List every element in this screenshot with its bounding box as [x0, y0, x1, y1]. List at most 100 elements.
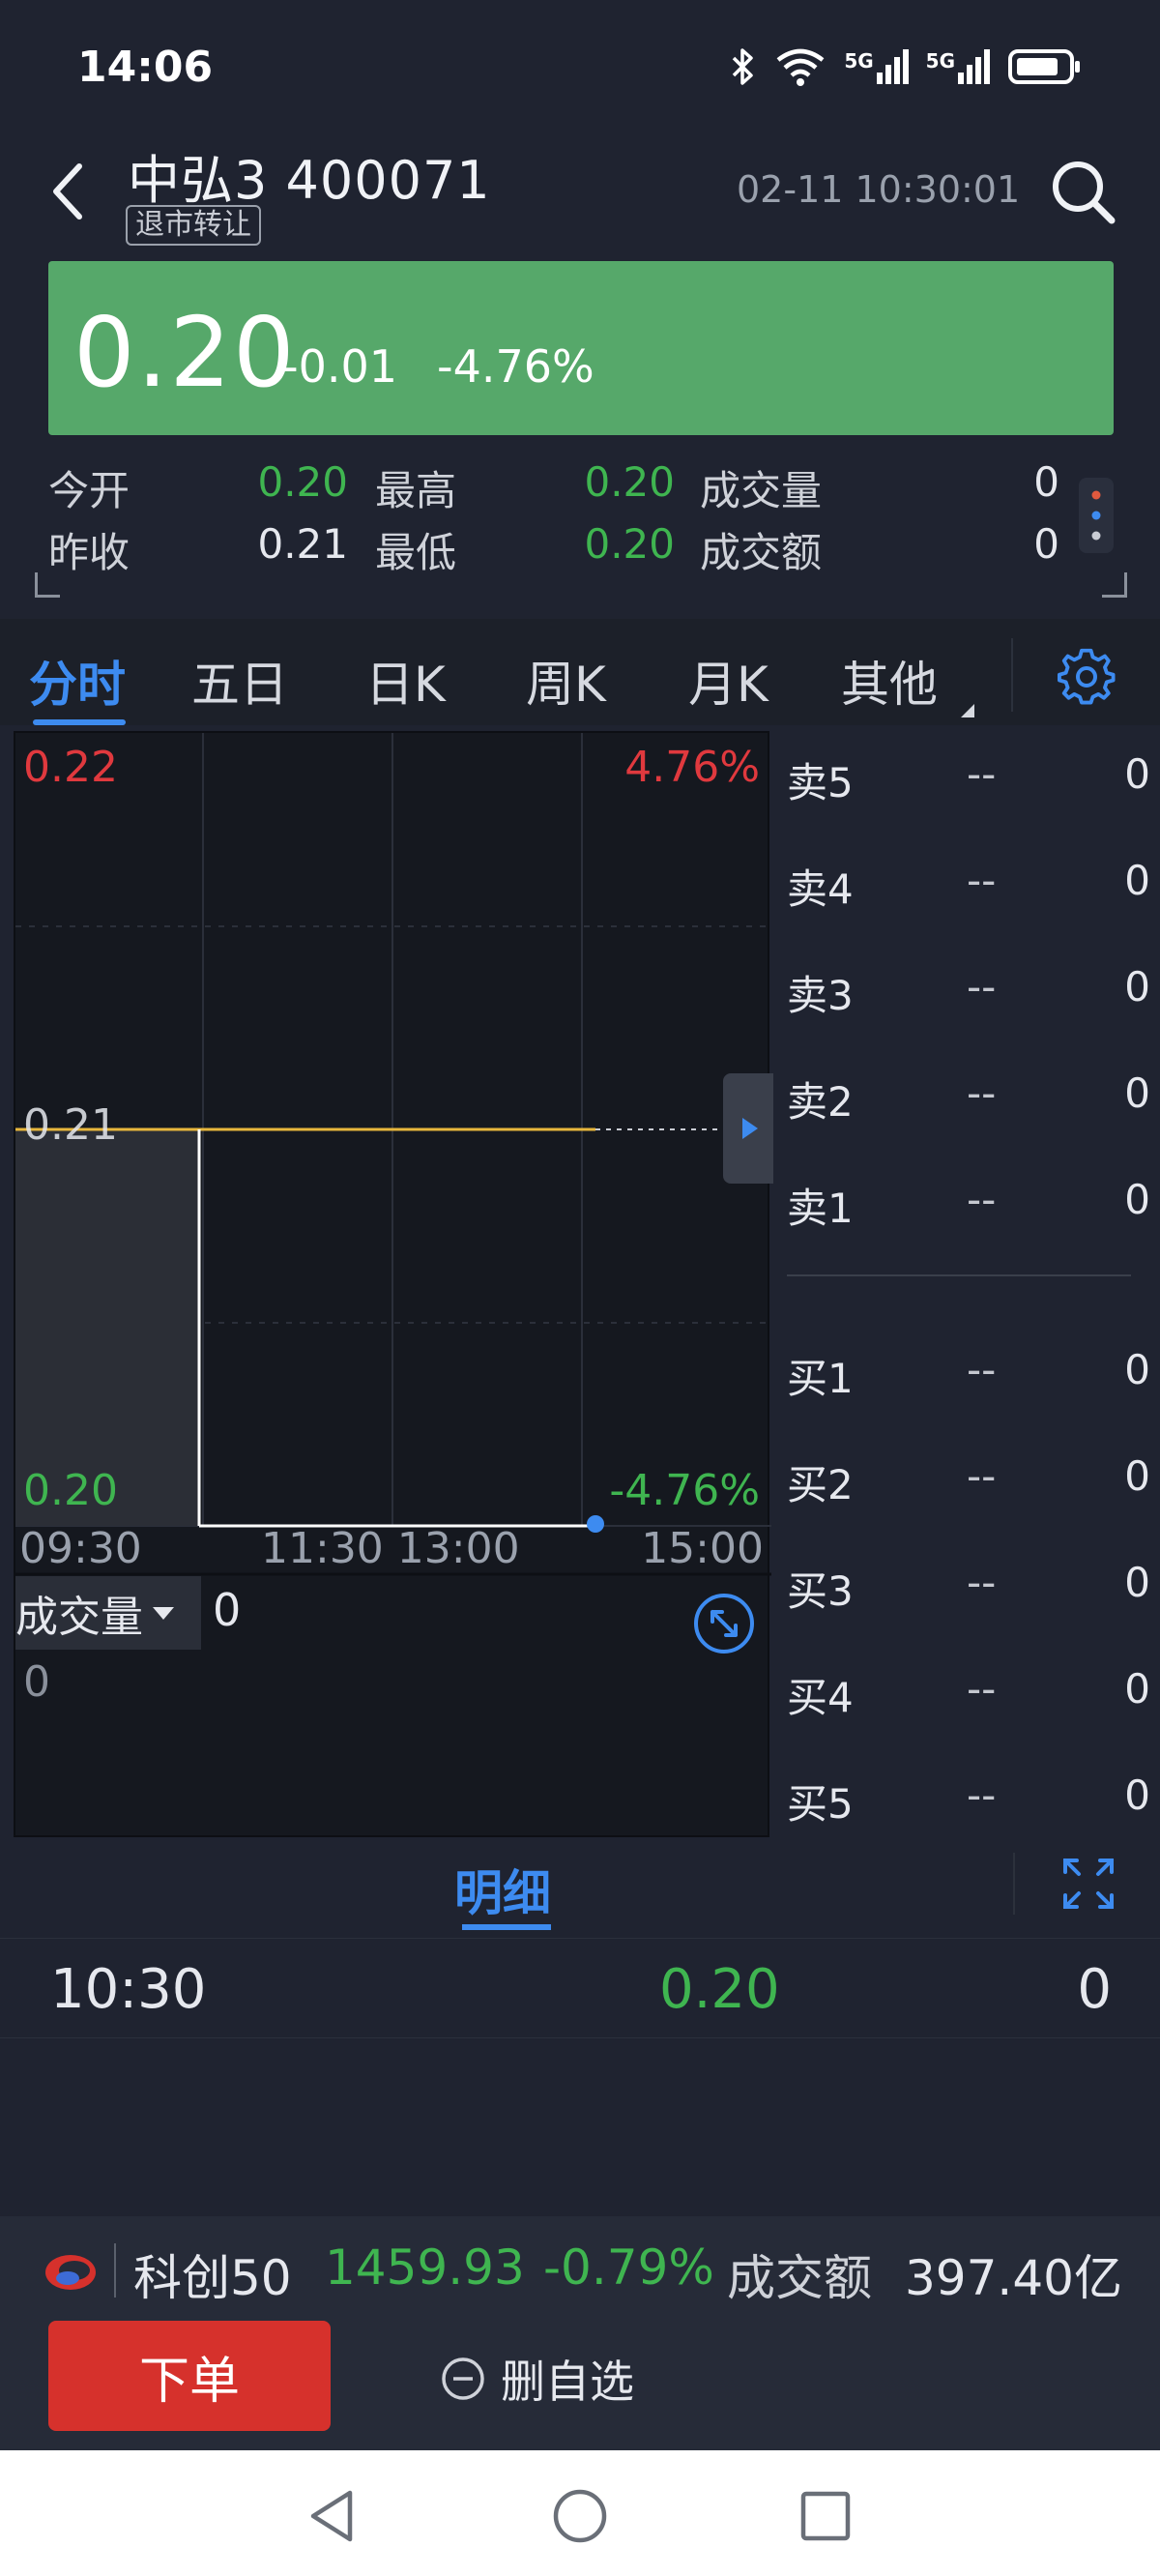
nav-recents-icon[interactable] [798, 2489, 853, 2543]
bid-label: 买4 [787, 1674, 854, 1721]
collapse-orderbook-button[interactable] [723, 1073, 773, 1184]
intraday-chart-svg [15, 733, 771, 1576]
more-button[interactable] [1079, 478, 1114, 553]
ask-row-4: 卖4 -- 0 [787, 857, 1150, 919]
amount-value: 0 [1033, 520, 1059, 568]
ask-volume: 0 [1124, 750, 1150, 798]
high-label: 最高 [375, 467, 457, 514]
nav-back-icon[interactable] [305, 2487, 360, 2545]
search-button[interactable] [1048, 157, 1117, 226]
volume-value: 0 [213, 1584, 242, 1636]
prev-close-value: 0.21 [257, 520, 348, 568]
index-name: 科创50 [133, 2250, 292, 2306]
order-book: 卖5 -- 0 卖4 -- 0 卖3 -- 0 卖2 -- 0 卖1 -- 0 … [773, 731, 1160, 1837]
bid-price: -- [967, 1771, 997, 1819]
pct-axis-top: 4.76% [624, 743, 760, 792]
expand-corner-left [35, 572, 60, 598]
trade-volume: 0 [1077, 1958, 1112, 2021]
intraday-chart[interactable]: 0.22 4.76% 0.21 0.20 -4.76% 09:30 11:30 … [14, 731, 773, 1837]
tab-monthly-k[interactable]: 月K [688, 646, 768, 716]
remove-watchlist-label: 删自选 [501, 2356, 634, 2408]
chevron-left-icon [53, 163, 82, 220]
bid-price: -- [967, 1665, 997, 1712]
bid-price: -- [967, 1452, 997, 1500]
back-button[interactable] [39, 155, 97, 224]
place-order-button[interactable]: 下单 [48, 2321, 331, 2431]
volume-label: 成交量 [700, 467, 823, 514]
ask-row-1: 卖1 -- 0 [787, 1176, 1150, 1238]
network-type-label: 5G [925, 49, 955, 73]
bid-row-1: 买1 -- 0 [787, 1346, 1150, 1408]
index-value: 1459.93 [325, 2239, 525, 2296]
gear-icon [1058, 648, 1116, 705]
caret-down-icon [153, 1606, 174, 1620]
bid-volume: 0 [1124, 1665, 1150, 1712]
amount-label: 成交额 [700, 529, 823, 576]
index-ticker-bar[interactable]: 科创50 1459.93 -0.79% 成交额 397.40亿 [0, 2216, 1160, 2325]
volume-indicator-select[interactable]: 成交量 [15, 1576, 201, 1650]
fullscreen-button[interactable] [1061, 1857, 1116, 1911]
detail-divider [1013, 1853, 1015, 1915]
system-nav-bar [0, 2450, 1160, 2576]
fullscreen-icon [1063, 1859, 1114, 1909]
price-change: -0.01 [282, 340, 398, 393]
time-axis-start: 09:30 [19, 1524, 142, 1573]
ask-row-5: 卖5 -- 0 [787, 750, 1150, 812]
ask-volume: 0 [1124, 1069, 1150, 1117]
ask-label: 卖2 [787, 1078, 854, 1126]
price-axis-bottom: 0.20 [23, 1466, 118, 1515]
active-tab-indicator [33, 719, 126, 725]
nav-home-icon[interactable] [551, 2487, 609, 2545]
ticker-divider [114, 2243, 116, 2298]
network-type-label: 5G [844, 49, 874, 73]
ask-volume: 0 [1124, 1176, 1150, 1223]
bid-price: -- [967, 1346, 997, 1393]
tab-daily-k[interactable]: 日K [365, 646, 446, 716]
tab-trade-detail[interactable]: 明细 [454, 1855, 551, 1924]
index-change-percent: -0.79% [543, 2239, 714, 2296]
ask-row-2: 卖2 -- 0 [787, 1069, 1150, 1131]
trade-detail-row: 10:30 0.20 0 [0, 1938, 1160, 2038]
volume-axis-label: 0 [23, 1657, 50, 1707]
tab-intraday[interactable]: 分时 [29, 646, 126, 716]
ask-price: -- [967, 963, 997, 1010]
bid-label: 买1 [787, 1355, 854, 1402]
ask-volume: 0 [1124, 857, 1150, 904]
bid-volume: 0 [1124, 1346, 1150, 1393]
tab-other[interactable]: 其他 [841, 646, 938, 716]
index-amount-label: 成交额 [727, 2250, 872, 2306]
chart-settings-button[interactable] [1058, 648, 1117, 708]
ask-price: -- [967, 857, 997, 904]
ask-price: -- [967, 1176, 997, 1223]
wifi-icon [776, 48, 825, 86]
volume-value: 0 [1033, 458, 1059, 506]
current-price-dot [587, 1515, 604, 1533]
expand-chart-button[interactable] [692, 1592, 756, 1655]
bid-price: -- [967, 1559, 997, 1606]
status-time: 14:06 [77, 43, 214, 92]
ask-price: -- [967, 1069, 997, 1117]
low-value: 0.20 [584, 520, 675, 568]
high-value: 0.20 [584, 458, 675, 506]
trade-price: 0.20 [659, 1958, 780, 2021]
bid-volume: 0 [1124, 1452, 1150, 1500]
open-label: 今开 [48, 467, 130, 514]
ask-label: 卖1 [787, 1185, 854, 1232]
low-label: 最低 [375, 529, 457, 576]
bid-label: 买2 [787, 1461, 854, 1508]
quote-timestamp: 02-11 10:30:01 [737, 168, 1021, 211]
tab-weekly-k[interactable]: 周K [526, 646, 606, 716]
play-right-icon [742, 1118, 758, 1139]
bid-row-5: 买5 -- 0 [787, 1771, 1150, 1833]
search-icon [1053, 161, 1116, 224]
tab-five-day[interactable]: 五日 [191, 646, 288, 716]
time-axis-midday: 11:30 13:00 [261, 1524, 520, 1573]
ask-row-3: 卖3 -- 0 [787, 963, 1150, 1025]
remove-watchlist-button[interactable]: 删自选 [441, 2350, 634, 2408]
pct-axis-bottom: -4.76% [609, 1466, 760, 1515]
dots-vertical-icon [1091, 490, 1101, 541]
bid-volume: 0 [1124, 1771, 1150, 1819]
exchange-logo-icon [45, 2255, 96, 2290]
ask-label: 卖4 [787, 865, 854, 913]
open-value: 0.20 [257, 458, 348, 506]
